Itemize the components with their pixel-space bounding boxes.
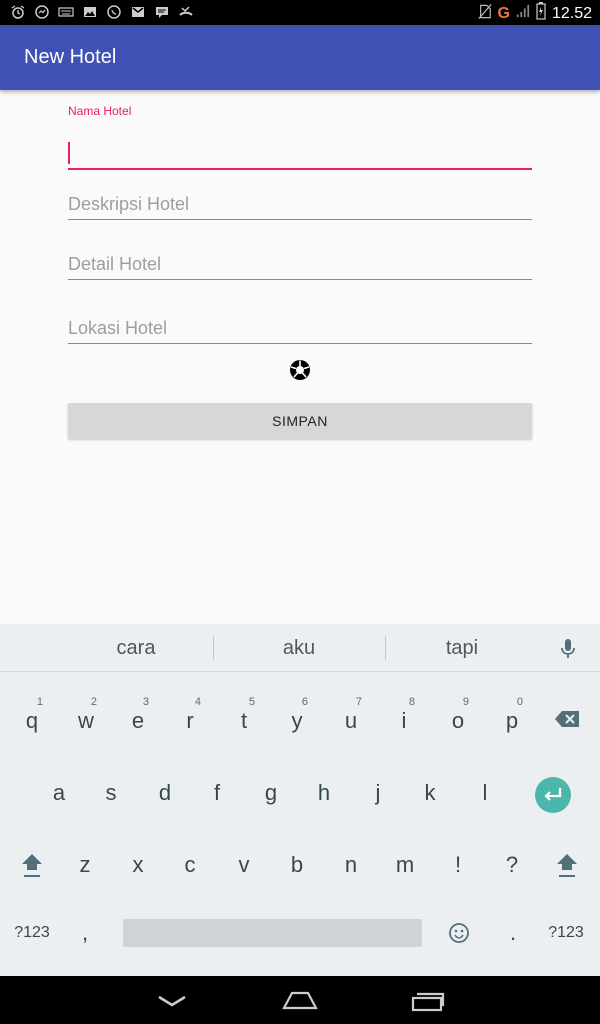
mic-icon[interactable] (560, 638, 576, 660)
home-nav-icon[interactable] (282, 990, 318, 1015)
key-m[interactable]: m (378, 852, 432, 878)
notification-icons (10, 4, 194, 20)
soft-keyboard: 1q 2w 3e 4r 5t 6y 7u 8i 9o 0p a s d f g … (0, 672, 600, 976)
key-exclamation[interactable]: ! (431, 852, 485, 878)
key-p[interactable]: 0p (485, 696, 539, 734)
spacebar[interactable] (123, 919, 422, 947)
back-nav-icon[interactable] (157, 994, 187, 1013)
recents-nav-icon[interactable] (411, 990, 445, 1017)
deskripsi-hotel-input[interactable] (68, 193, 532, 215)
shift-icon[interactable] (555, 852, 579, 883)
nama-hotel-label: Nama Hotel (68, 104, 132, 118)
missed-call-icon (178, 4, 194, 20)
backspace-icon[interactable] (554, 710, 580, 733)
detail-hotel-input[interactable] (68, 253, 532, 275)
nama-hotel-input[interactable] (68, 138, 532, 168)
key-d[interactable]: d (138, 780, 192, 806)
symbols-key-left[interactable]: ?123 (5, 924, 59, 942)
lokasi-hotel-underline (68, 343, 532, 344)
key-period[interactable]: . (486, 920, 540, 946)
key-h[interactable]: h (297, 780, 351, 806)
key-j[interactable]: j (351, 780, 405, 806)
key-z[interactable]: z (58, 852, 112, 878)
status-bar: G 12.52 (0, 0, 600, 25)
key-f[interactable]: f (190, 780, 244, 806)
key-w[interactable]: 2w (59, 696, 113, 734)
navigation-bar (0, 976, 600, 1024)
signal-icon (516, 3, 530, 24)
nama-hotel-underline (68, 168, 532, 170)
key-o[interactable]: 9o (431, 696, 485, 734)
key-q[interactable]: 1q (5, 696, 59, 734)
key-k[interactable]: k (403, 780, 457, 806)
key-v[interactable]: v (217, 852, 271, 878)
suggestion-2[interactable]: aku (214, 637, 384, 660)
shift-icon[interactable] (20, 852, 44, 883)
key-e[interactable]: 3e (111, 696, 165, 734)
nama-hotel-field[interactable]: Nama Hotel (68, 104, 532, 170)
alarm-icon (10, 4, 26, 20)
detail-hotel-field[interactable] (68, 253, 532, 280)
suggestion-1[interactable]: cara (51, 637, 221, 660)
save-button[interactable]: SIMPAN (68, 403, 532, 439)
key-u[interactable]: 7u (324, 696, 378, 734)
chat-icon (154, 4, 170, 20)
page-title: New Hotel (24, 46, 117, 68)
key-a[interactable]: a (32, 780, 86, 806)
lokasi-hotel-input[interactable] (68, 317, 532, 339)
no-sim-icon (477, 3, 492, 25)
key-g[interactable]: g (244, 780, 298, 806)
key-i[interactable]: 8i (377, 696, 431, 734)
key-x[interactable]: x (111, 852, 165, 878)
key-t[interactable]: 5t (217, 696, 271, 734)
key-y[interactable]: 6y (270, 696, 324, 734)
key-l[interactable]: l (458, 780, 512, 806)
gmail-icon (130, 4, 146, 20)
key-b[interactable]: b (270, 852, 324, 878)
key-c[interactable]: c (163, 852, 217, 878)
messenger-icon (34, 4, 50, 20)
enter-icon (544, 788, 562, 801)
network-type: G (497, 4, 510, 22)
system-status: G 12.52 (477, 2, 592, 25)
key-question[interactable]: ? (485, 852, 539, 878)
lokasi-hotel-field[interactable] (68, 317, 532, 344)
keyboard-icon (58, 4, 74, 20)
image-icon (82, 4, 98, 20)
whatsapp-icon (106, 4, 122, 20)
deskripsi-hotel-field[interactable] (68, 193, 532, 220)
suggestion-bar: cara aku tapi (0, 624, 600, 672)
key-comma[interactable]: , (58, 920, 112, 946)
app-bar: New Hotel (0, 25, 600, 90)
deskripsi-hotel-underline (68, 219, 532, 220)
key-s[interactable]: s (84, 780, 138, 806)
enter-key[interactable] (535, 777, 571, 813)
key-n[interactable]: n (324, 852, 378, 878)
clock: 12.52 (551, 4, 592, 22)
detail-hotel-underline (68, 279, 532, 280)
battery-icon (536, 2, 546, 25)
key-r[interactable]: 4r (163, 696, 217, 734)
camera-shutter-icon[interactable] (289, 359, 311, 381)
suggestion-3[interactable]: tapi (377, 637, 547, 660)
emoji-icon[interactable] (448, 922, 470, 949)
symbols-key-right[interactable]: ?123 (539, 924, 593, 942)
